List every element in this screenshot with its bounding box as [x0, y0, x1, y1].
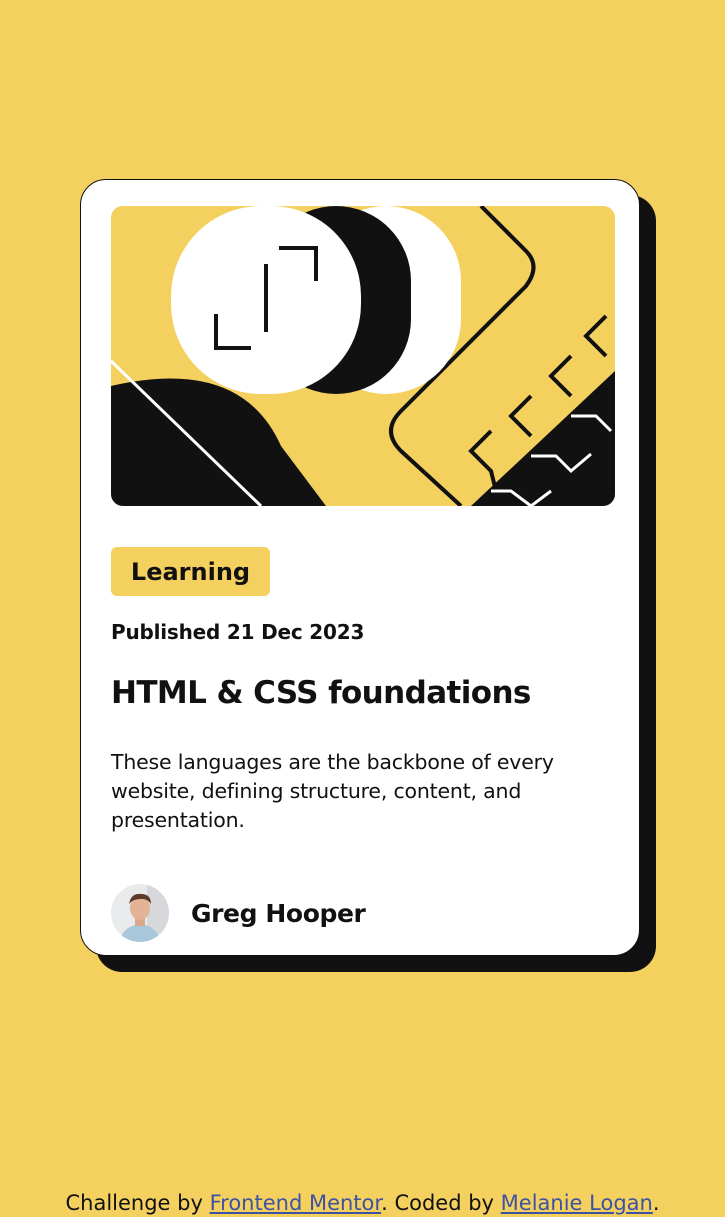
author-name: Greg Hooper [191, 898, 366, 928]
avatar [111, 884, 169, 942]
author-link[interactable]: Melanie Logan [501, 1191, 653, 1215]
attribution-suffix: . [652, 1191, 660, 1215]
card-description: These languages are the backbone of ever… [111, 750, 554, 832]
blog-preview-card: Learning Published 21 Dec 2023 HTML & CS… [80, 179, 640, 956]
attribution-middle: . Coded by [381, 1191, 501, 1215]
greg-hooper-avatar [111, 884, 169, 942]
published-date: Published 21 Dec 2023 [111, 620, 365, 644]
category-tag: Learning [111, 547, 270, 596]
frontend-mentor-link[interactable]: Frontend Mentor [210, 1191, 382, 1215]
abstract-illustration-image [111, 206, 615, 506]
author-info: Greg Hooper [111, 884, 366, 942]
attribution-footer: Challenge by Frontend Mentor. Coded by M… [0, 1190, 725, 1216]
hero-illustration [111, 206, 615, 506]
card-title[interactable]: HTML & CSS foundations [111, 675, 531, 711]
attribution-prefix: Challenge by [65, 1191, 210, 1215]
